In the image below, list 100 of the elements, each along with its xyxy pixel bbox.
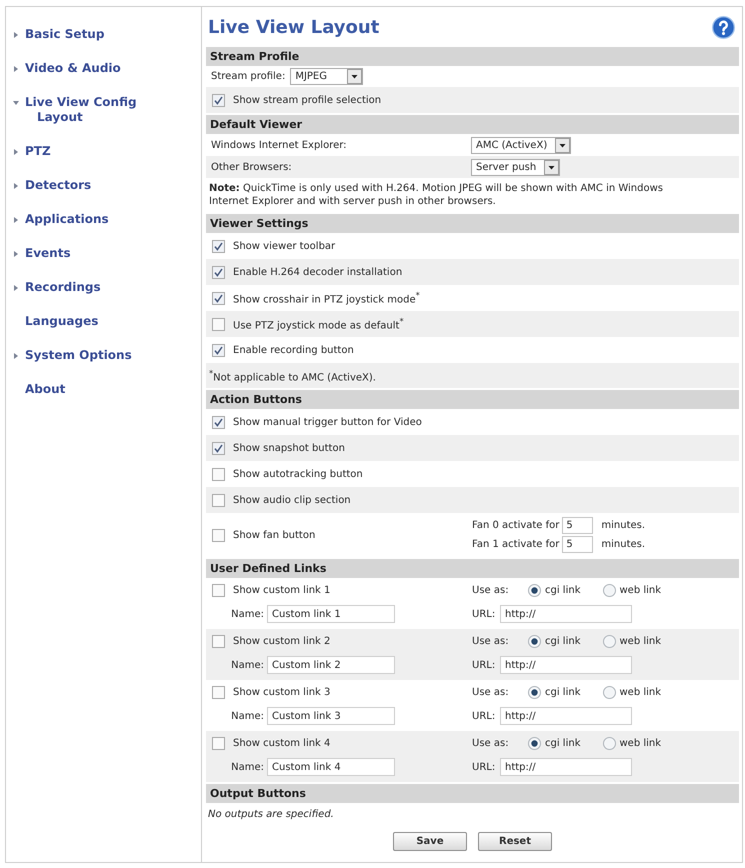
- checkbox[interactable]: [212, 318, 225, 330]
- nav-link[interactable]: Applications: [13, 212, 109, 227]
- checkbox-label: Show snapshot button: [233, 442, 345, 454]
- text-field[interactable]: Custom link 3: [267, 707, 395, 726]
- field-label: Other Browsers:: [211, 162, 293, 172]
- checkbox[interactable]: [212, 634, 225, 648]
- reset-button[interactable]: Reset: [478, 832, 552, 852]
- field-label: Use as:: [472, 636, 510, 647]
- number-field[interactable]: 5: [562, 517, 594, 534]
- url-field[interactable]: http://: [500, 656, 632, 674]
- field-label: URL:: [472, 762, 496, 773]
- checkbox[interactable]: [212, 266, 225, 278]
- url-field[interactable]: http://: [500, 758, 632, 776]
- caret-down-icon: [544, 160, 560, 174]
- section-header: Stream Profile: [206, 47, 739, 66]
- checkbox[interactable]: [212, 686, 225, 699]
- save-button[interactable]: Save: [393, 832, 467, 852]
- checkbox[interactable]: [212, 94, 225, 106]
- section-header: Default Viewer: [206, 115, 739, 134]
- radio-button[interactable]: [602, 736, 616, 750]
- radio-label: cgi link: [545, 738, 580, 749]
- field-label: URL:: [472, 710, 496, 722]
- checkbox-label: Show audio clip section: [233, 494, 351, 506]
- checkbox-label: Show manual trigger button for Video: [233, 416, 422, 428]
- radio-button[interactable]: [528, 634, 541, 648]
- field-label: Use as:: [472, 738, 510, 749]
- status-message: No outputs are specified.: [208, 809, 334, 820]
- nav-link[interactable]: Basic Setup: [13, 27, 104, 42]
- field-label: URL:: [472, 660, 496, 671]
- checkbox-label: Show crosshair in PTZ joystick mode$^{*}$: [233, 290, 420, 306]
- nav-link[interactable]: System Options: [13, 348, 132, 363]
- field-label: Fan 1 activate for: [472, 539, 560, 550]
- radio-label: web link: [620, 686, 662, 698]
- text-field[interactable]: Custom link 2: [267, 656, 395, 674]
- dropdown[interactable]: MJPEG: [290, 68, 364, 85]
- note-text: Note: QuickTime is only used with H.264. Motion JPEG will be shown with AMC in Windows Internet Explorer and with server push in other browsers.: [209, 182, 664, 208]
- nav-link[interactable]: Live View Config: [13, 95, 137, 110]
- nav-link[interactable]: Layout: [37, 110, 83, 125]
- section-header: User Defined Links: [206, 559, 739, 578]
- nav-link[interactable]: Languages: [13, 314, 98, 329]
- section-header: Viewer Settings: [206, 214, 739, 233]
- url-field[interactable]: http://: [500, 605, 632, 624]
- section-header: Action Buttons: [206, 390, 739, 410]
- checkbox-label: Show fan button: [233, 530, 316, 541]
- nav-link[interactable]: Recordings: [13, 280, 101, 295]
- help-icon[interactable]: [712, 16, 735, 38]
- field-label: Use as:: [472, 686, 510, 698]
- checkbox[interactable]: [212, 344, 225, 356]
- field-label: Windows Internet Explorer:: [211, 140, 348, 150]
- checkbox-label: Show viewer toolbar: [233, 240, 336, 252]
- checkbox[interactable]: [212, 736, 225, 750]
- radio-button[interactable]: [602, 584, 616, 597]
- checkbox-label: Show custom link 4: [233, 738, 330, 749]
- text-field[interactable]: Custom link 4: [267, 758, 395, 776]
- checkbox[interactable]: [212, 494, 225, 507]
- radio-button[interactable]: [528, 686, 541, 699]
- field-label: Name:: [230, 608, 264, 620]
- checkbox[interactable]: [212, 292, 225, 304]
- url-field[interactable]: http://: [500, 707, 632, 726]
- checkbox[interactable]: [212, 468, 225, 481]
- caret-down-icon: [347, 69, 362, 84]
- field-label: Name:: [230, 710, 264, 722]
- checkbox[interactable]: [212, 240, 225, 252]
- radio-label: cgi link: [545, 584, 580, 596]
- nav-link[interactable]: Events: [13, 246, 71, 261]
- checkbox[interactable]: [212, 416, 225, 429]
- checkbox-label: Use PTZ joystick mode as default$^{*}$: [233, 316, 404, 332]
- field-label: URL:: [472, 608, 496, 620]
- checkbox[interactable]: [212, 584, 225, 597]
- nav-link[interactable]: PTZ: [13, 144, 51, 159]
- radio-button[interactable]: [602, 634, 616, 648]
- radio-label: web link: [620, 584, 662, 596]
- checkbox[interactable]: [212, 442, 225, 455]
- radio-button[interactable]: [602, 686, 616, 699]
- nav-link[interactable]: Video & Audio: [13, 61, 121, 76]
- field-label: Fan 0 activate for: [472, 520, 560, 532]
- nav-link[interactable]: About: [13, 382, 66, 397]
- radio-label: web link: [620, 738, 662, 749]
- checkbox-label: Show custom link 2: [233, 636, 330, 647]
- checkbox-label: Enable recording button: [233, 344, 354, 356]
- field-label: Name:: [230, 660, 264, 671]
- nav-link[interactable]: Detectors: [13, 178, 92, 193]
- unit-label: minutes.: [601, 520, 646, 532]
- dropdown[interactable]: AMC (ActiveX): [471, 136, 572, 154]
- number-field[interactable]: 5: [562, 536, 594, 554]
- caret-down-icon: [555, 138, 570, 152]
- checkbox-label: Show custom link 3: [233, 686, 330, 698]
- checkbox-label: Enable H.264 decoder installation: [233, 266, 402, 278]
- dropdown[interactable]: Server push: [471, 158, 560, 176]
- radio-label: web link: [620, 636, 662, 647]
- radio-button[interactable]: [528, 736, 541, 750]
- checkbox[interactable]: [212, 528, 225, 542]
- text-field[interactable]: Custom link 1: [267, 605, 395, 624]
- page-title: Live View Layout: [208, 16, 380, 38]
- radio-label: cgi link: [545, 686, 580, 698]
- section-header: Output Buttons: [206, 784, 739, 804]
- checkbox-label: Show custom link 1: [233, 584, 330, 596]
- field-label: Use as:: [472, 584, 510, 596]
- radio-button[interactable]: [528, 584, 541, 597]
- radio-label: cgi link: [545, 636, 580, 647]
